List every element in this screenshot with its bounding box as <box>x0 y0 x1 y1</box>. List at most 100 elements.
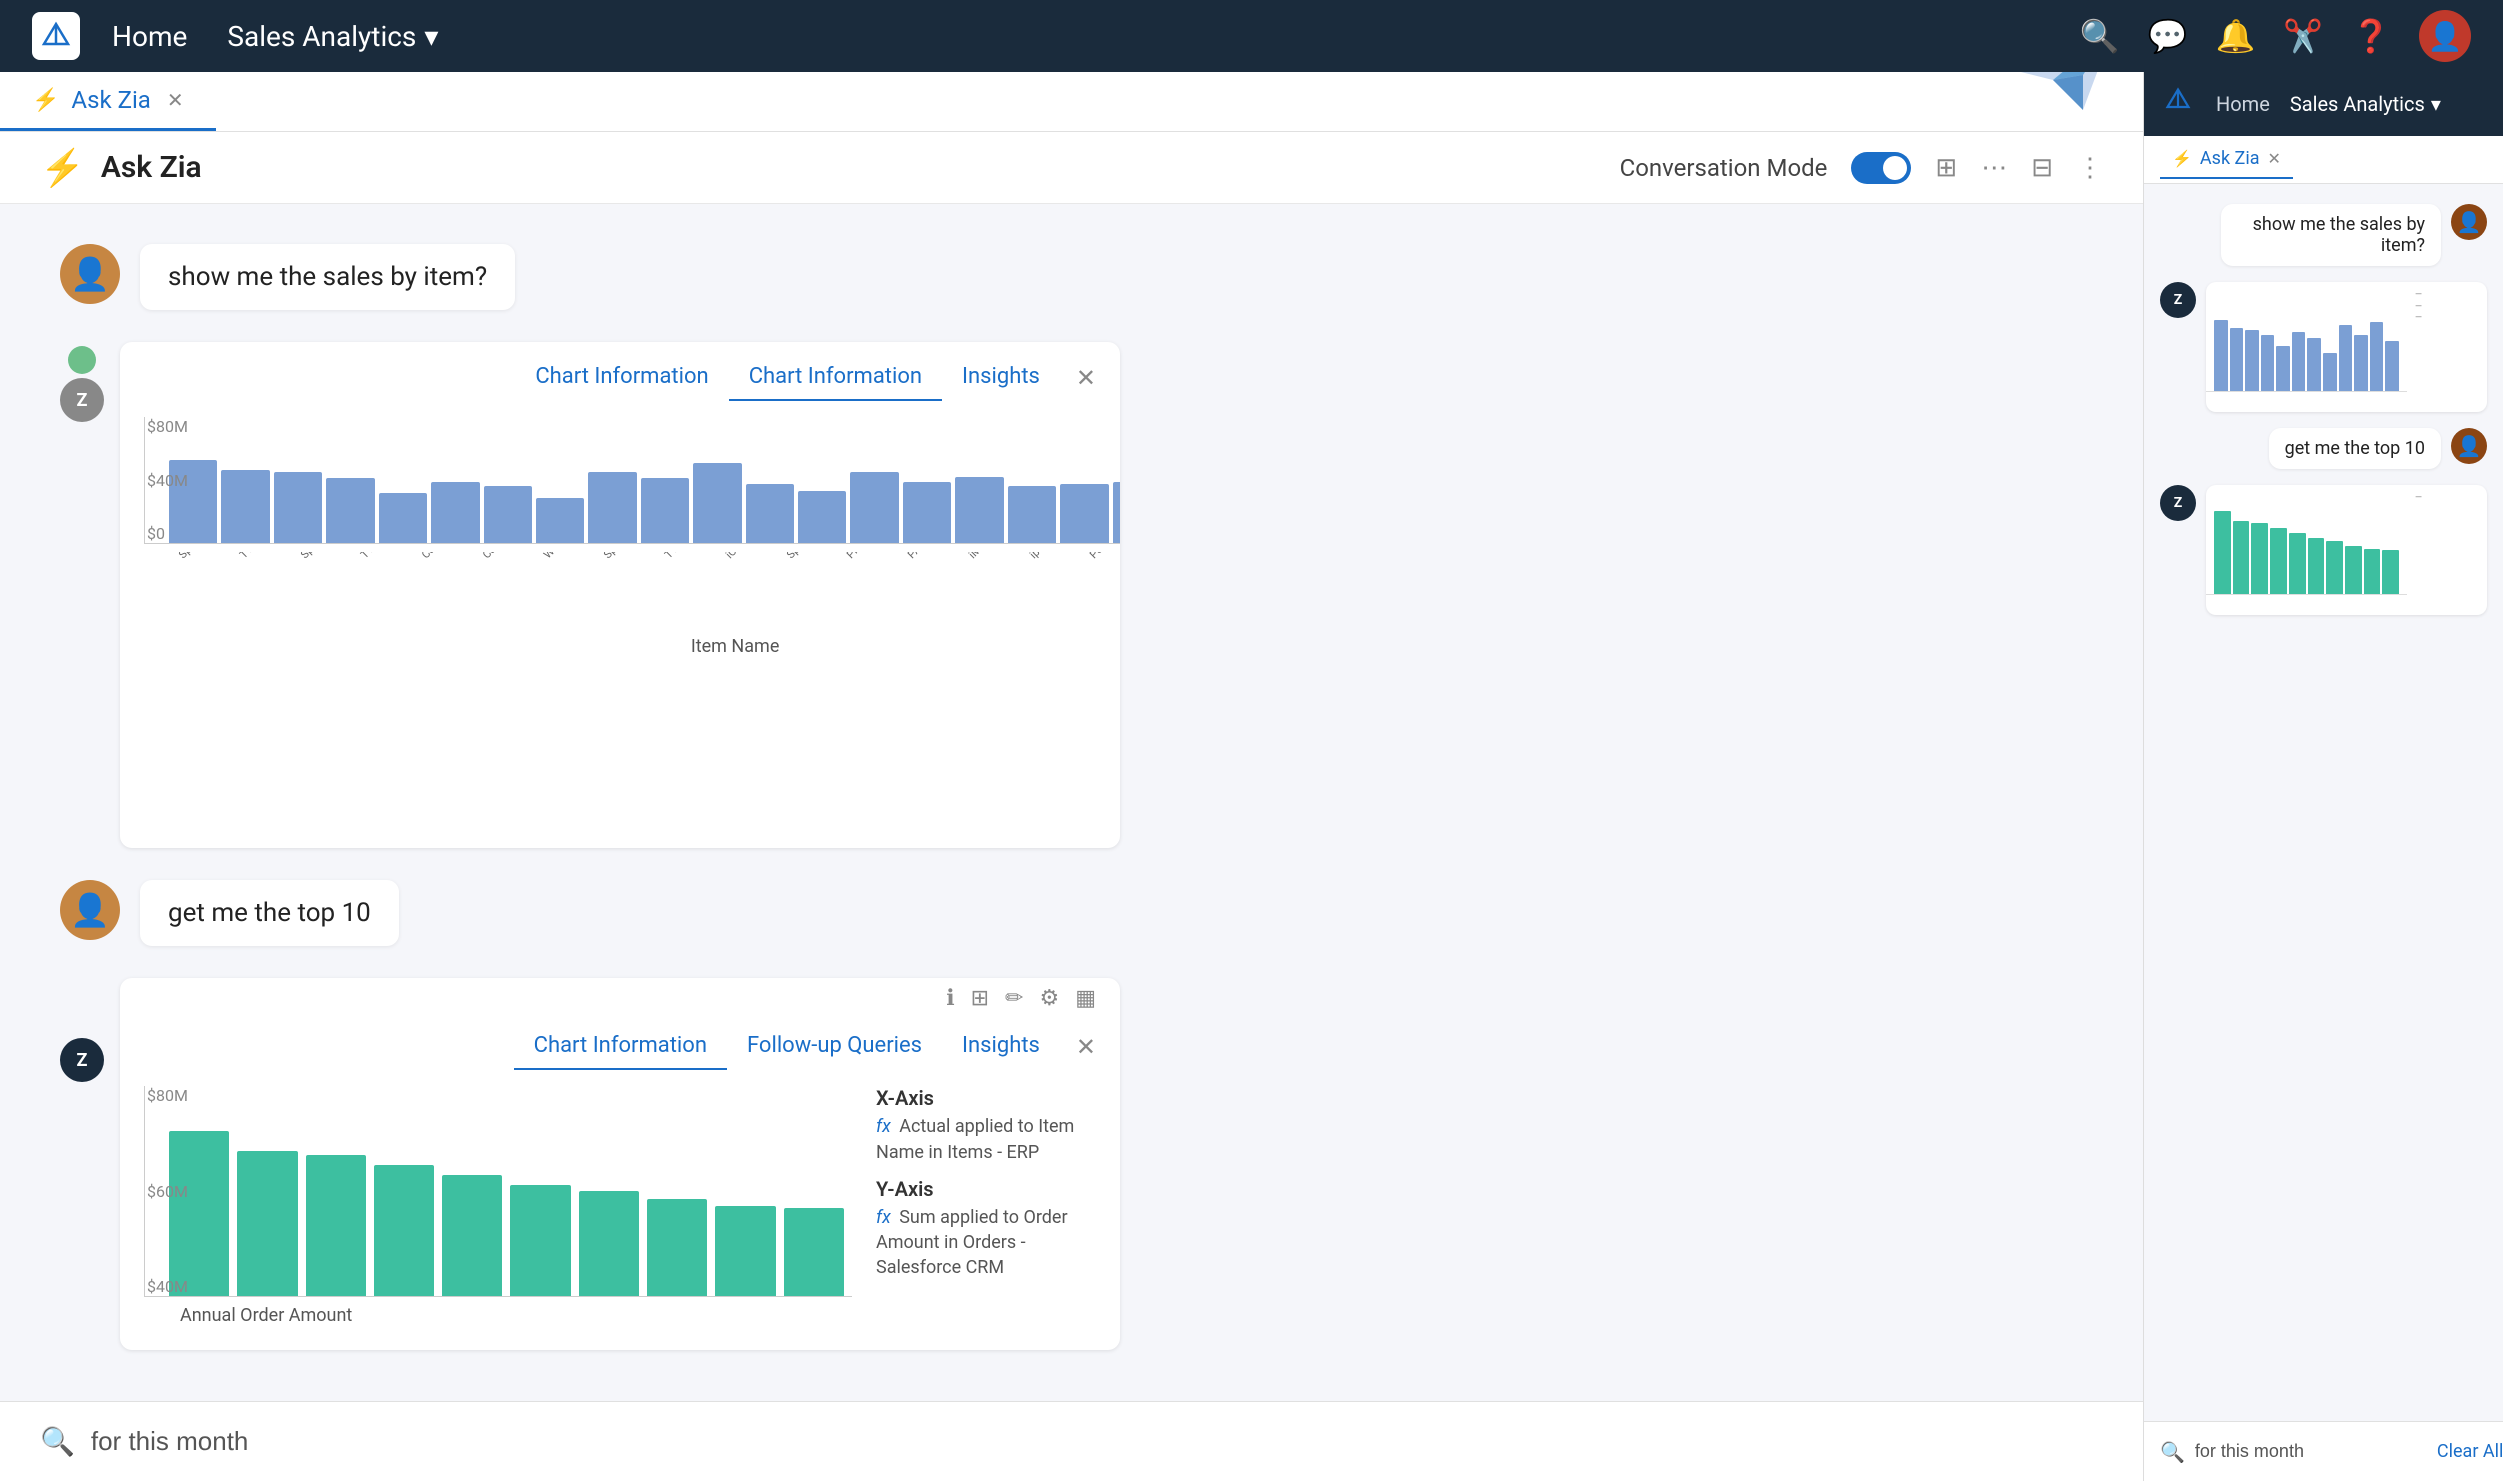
mini-chat-area: show me the sales by item? 👤 Z <box>2144 184 2503 1421</box>
bar-12 <box>746 484 794 543</box>
mini-ask-zia-tab-label: Ask Zia <box>2200 148 2260 169</box>
chart-2-close[interactable]: ✕ <box>1076 1033 1096 1061</box>
user-message-2-row: 👤 get me the top 10 <box>60 880 2083 946</box>
x-axis-label-1: Item Name <box>144 636 1120 657</box>
chart-card-2: ℹ ⊞ ✏ ⚙ ▦ Chart Information Follow-up Qu… <box>120 978 1120 1350</box>
mini-dropdown-icon: ▾ <box>2431 92 2441 116</box>
edit-icon-chart2[interactable]: ✏ <box>1005 986 1023 1011</box>
mini-chart-2: — <box>2206 485 2487 615</box>
app-logo[interactable] <box>32 12 80 60</box>
y-label-40m: $40M <box>147 471 188 490</box>
mini-bar-10 <box>2354 335 2368 391</box>
user-message-1-row: 👤 show me the sales by item? <box>60 244 2083 310</box>
x-axis-info-2: X-Axis fx Actual applied to Item Name in… <box>876 1086 1096 1164</box>
nav-home[interactable]: Home <box>112 20 187 53</box>
ask-zia-tab-close[interactable]: ✕ <box>167 88 184 112</box>
bell-icon[interactable]: 🔔 <box>2215 17 2255 55</box>
mini-zia-avatar-1: Z <box>2160 282 2196 318</box>
chat-icon[interactable]: 💬 <box>2148 17 2188 55</box>
mini-search-icon: 🔍 <box>2160 1440 2185 1464</box>
mini-user-avatar-1: 👤 <box>2451 204 2487 240</box>
grid-icon-2[interactable]: ⊟ <box>2031 153 2053 183</box>
mini-nav-analytics[interactable]: Sales Analytics ▾ <box>2290 92 2441 116</box>
help-icon[interactable]: ❓ <box>2351 17 2391 55</box>
info-icon-chart2[interactable]: ℹ <box>946 986 954 1011</box>
bar-15 <box>903 482 951 543</box>
user-avatar-2: 👤 <box>60 880 120 940</box>
user-bubble-2: get me the top 10 <box>140 880 399 946</box>
bar-13 <box>798 491 846 543</box>
mini-user-avatar-2: 👤 <box>2451 428 2487 464</box>
chart-2-content: $80M $60M $40M <box>120 1070 1120 1350</box>
mini-bar-2 <box>2230 328 2244 391</box>
mini-clear-all-button[interactable]: Clear All <box>2437 1441 2503 1462</box>
teal-bar-6 <box>510 1185 570 1296</box>
analytics-dropdown-icon[interactable]: ▾ <box>424 20 438 53</box>
user-avatar-1: 👤 <box>60 244 120 304</box>
mini-teal-bar-1 <box>2214 511 2231 594</box>
grid-view-icon[interactable]: ⊞ <box>1935 153 1957 183</box>
bar-10 <box>641 478 689 543</box>
bar-chart-2: $80M $60M $40M <box>144 1086 852 1326</box>
user-message-1-text: show me the sales by item? <box>168 262 487 292</box>
follow-up-tab-1[interactable]: Chart Information <box>729 354 942 401</box>
user-message-2-text: get me the top 10 <box>168 898 371 928</box>
user-avatar[interactable]: 👤 <box>2419 10 2471 62</box>
insights-tab-2[interactable]: Insights <box>942 1023 1060 1070</box>
mini-chart-1-info: — — — <box>2407 282 2487 392</box>
bar-chart-1: $80M $40M $0 <box>144 417 1120 657</box>
y-axis-info-2: Y-Axis fx Sum applied to Order Amount in… <box>876 1177 1096 1281</box>
bar-chart-1-inner: $80M $40M $0 <box>144 417 1120 544</box>
chart-1-close[interactable]: ✕ <box>1076 364 1096 392</box>
mini-bar-7 <box>2307 338 2321 391</box>
zia-header: ⚡ Ask Zia Conversation Mode ⊞ ⋯ ⊟ ⋮ <box>0 132 2143 204</box>
mini-bar-area-2 <box>2206 485 2407 595</box>
bar-11 <box>693 463 741 543</box>
y-axis-label-info-2: Y-Axis <box>876 1177 1096 1201</box>
main-search-input[interactable] <box>91 1426 2103 1457</box>
follow-up-tab-2[interactable]: Follow-up Queries <box>727 1023 942 1070</box>
table-icon-chart2[interactable]: ⊞ <box>971 986 989 1011</box>
bar-16 <box>955 477 1003 543</box>
nav-analytics-label: Sales Analytics <box>227 20 416 53</box>
filter-icon-chart2[interactable]: ⚙ <box>1039 986 1059 1011</box>
mini-teal-bar-4 <box>2270 528 2287 594</box>
search-icon[interactable]: 🔍 <box>2080 17 2120 55</box>
insights-tab-1[interactable]: Insights <box>942 354 1060 401</box>
chart-info-tab-1[interactable]: Chart Information <box>515 354 728 401</box>
mini-search-input[interactable] <box>2195 1441 2427 1462</box>
mini-zia-tab-close[interactable]: ✕ <box>2268 149 2281 168</box>
mini-ask-zia-tab[interactable]: ⚡ Ask Zia ✕ <box>2160 140 2293 179</box>
kebab-icon[interactable]: ⋮ <box>2077 153 2103 183</box>
bar-5 <box>379 493 427 543</box>
zia-response-1: Z Chart Information Chart Information In… <box>60 342 2083 848</box>
mini-nav-home[interactable]: Home <box>2216 92 2270 116</box>
tools-icon[interactable]: ✂️ <box>2283 17 2323 55</box>
ask-zia-tab[interactable]: ⚡ Ask Zia ✕ <box>0 72 216 131</box>
fx-tag-x2: fx <box>876 1116 891 1137</box>
mini-bar-area-1 <box>2206 282 2407 392</box>
grid-icon-chart2[interactable]: ▦ <box>1075 986 1096 1011</box>
mini-bar-5 <box>2276 346 2290 391</box>
y-axis-applied-text-2: Sum applied to Order Amount in Orders - … <box>876 1207 1068 1278</box>
x-axis-item-labels-1: Speaker 7.2 TV/OLED Speaker 5.2 TV-Curve… <box>144 552 1120 612</box>
more-options-icon[interactable]: ⋯ <box>1981 153 2007 183</box>
mini-chart-2-info: — <box>2407 485 2487 595</box>
mini-teal-bar-10 <box>2382 550 2399 594</box>
conversation-mode-toggle[interactable] <box>1851 152 1911 184</box>
mini-user-bubble-1: show me the sales by item? <box>2221 204 2441 266</box>
nav-analytics[interactable]: Sales Analytics ▾ <box>227 20 438 53</box>
chart-info-tab-2[interactable]: Chart Information <box>514 1023 727 1070</box>
x-axis-label-info-2: X-Axis <box>876 1086 1096 1110</box>
toggle-knob <box>1883 156 1907 180</box>
fx-tag-y2: fx <box>876 1207 891 1228</box>
bar-6 <box>431 482 479 543</box>
teal-bar-3 <box>306 1155 366 1296</box>
x-axis-value-2: fx Actual applied to Item Name in Items … <box>876 1114 1096 1164</box>
chart-2-icons: ℹ ⊞ ✏ ⚙ ▦ <box>120 978 1120 1011</box>
mini-user-text-2: get me the top 10 <box>2285 438 2425 459</box>
teal-bar-2 <box>237 1151 297 1296</box>
zia-response-2: Z ℹ ⊞ ✏ ⚙ ▦ <box>60 978 2083 1350</box>
bar-9 <box>588 472 636 543</box>
mini-nav-logo[interactable] <box>2164 86 2200 122</box>
